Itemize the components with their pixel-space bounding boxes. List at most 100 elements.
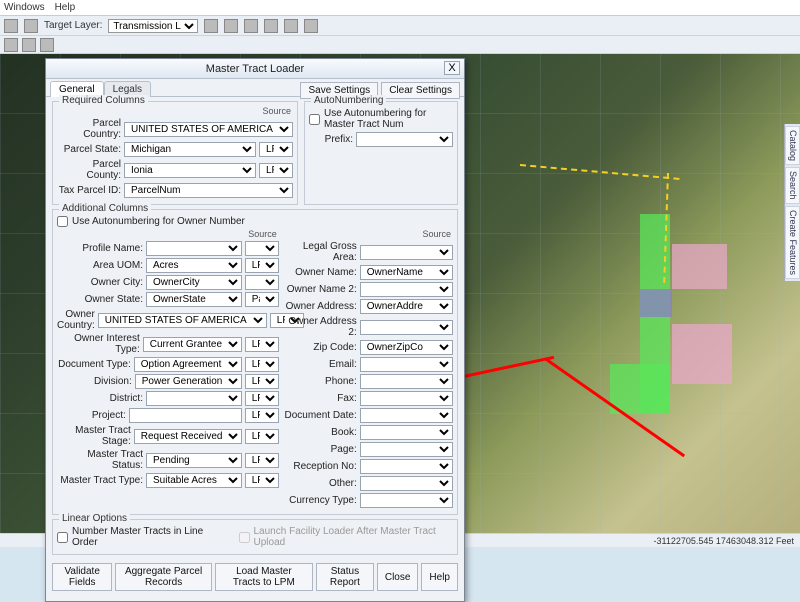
- src-select[interactable]: LPM: [245, 453, 279, 468]
- field-label: Owner Country:: [57, 309, 95, 331]
- lbl-prefix: Prefix:: [309, 134, 353, 145]
- field-select[interactable]: OwnerState: [146, 292, 242, 307]
- field-select[interactable]: [360, 493, 453, 508]
- field-select[interactable]: [360, 425, 453, 440]
- clear-settings-button[interactable]: Clear Settings: [381, 82, 460, 99]
- chk-auto-master-tract[interactable]: Use Autonumbering for Master Tract Num: [309, 108, 453, 130]
- src-select[interactable]: LPM: [259, 142, 293, 157]
- src-select[interactable]: LPM: [245, 429, 279, 444]
- validate-fields-button[interactable]: Validate Fields: [52, 563, 112, 591]
- side-tab-create-features[interactable]: Create Features: [785, 206, 800, 279]
- field-select[interactable]: [360, 442, 453, 457]
- field-label: Owner Name 2:: [283, 284, 357, 295]
- field-label: Master Tract Stage:: [57, 425, 131, 447]
- field-select[interactable]: [146, 391, 242, 406]
- field-select[interactable]: [360, 459, 453, 474]
- tool-icon[interactable]: [22, 38, 36, 52]
- field-select[interactable]: OwnerName: [360, 265, 453, 280]
- field-select[interactable]: Pending: [146, 453, 242, 468]
- prefix-select[interactable]: [356, 132, 453, 147]
- close-button[interactable]: Close: [377, 563, 419, 591]
- src-select[interactable]: LPM: [245, 391, 279, 406]
- src-select[interactable]: Parcel: [245, 292, 279, 307]
- src-select[interactable]: LPM: [259, 163, 293, 178]
- field-select[interactable]: [360, 391, 453, 406]
- src-select[interactable]: LPM: [245, 357, 279, 372]
- field-select[interactable]: Option Agreement: [134, 357, 242, 372]
- tool-icon[interactable]: [4, 19, 18, 33]
- target-layer-select[interactable]: Transmission Line: [108, 19, 198, 33]
- help-button[interactable]: Help: [421, 563, 458, 591]
- src-select[interactable]: LPM: [245, 408, 279, 423]
- source-header: Source: [283, 229, 453, 239]
- close-icon[interactable]: X: [444, 61, 460, 75]
- field-select[interactable]: OwnerAddre: [360, 299, 453, 314]
- source-header: Source: [57, 229, 279, 239]
- field-select[interactable]: [360, 357, 453, 372]
- field-label: Book:: [283, 427, 357, 438]
- tool-icon[interactable]: [264, 19, 278, 33]
- menu-help[interactable]: Help: [55, 2, 76, 13]
- tool-icon[interactable]: [284, 19, 298, 33]
- field-select[interactable]: [360, 282, 453, 297]
- field-select[interactable]: OwnerCity: [146, 275, 242, 290]
- field-select[interactable]: [360, 374, 453, 389]
- parcel-country-select[interactable]: UNITED STATES OF AMERICA: [124, 122, 293, 137]
- field-select[interactable]: Suitable Acres: [146, 473, 242, 488]
- src-select[interactable]: LPM: [245, 374, 279, 389]
- field-select[interactable]: Request Received: [134, 429, 242, 444]
- target-layer-label: Target Layer:: [44, 20, 102, 31]
- field-select[interactable]: Power Generation: [135, 374, 242, 389]
- field-label: Other:: [283, 478, 357, 489]
- field-label: Master Tract Type:: [57, 475, 143, 486]
- chk-number-line-order[interactable]: Number Master Tracts in Line Order: [57, 526, 219, 548]
- parcel-state-select[interactable]: Michigan: [124, 142, 256, 157]
- tool-icon[interactable]: [224, 19, 238, 33]
- src-select[interactable]: [245, 275, 279, 290]
- field-label: Owner Interest Type:: [57, 333, 140, 355]
- src-select[interactable]: [245, 241, 279, 256]
- field-select[interactable]: [360, 320, 453, 335]
- field-label: Owner City:: [57, 277, 143, 288]
- chk-auto-owner[interactable]: Use Autonumbering for Owner Number: [57, 216, 453, 227]
- group-linear-options: Linear Options: [59, 513, 130, 524]
- tax-parcel-id-select[interactable]: ParcelNum: [124, 183, 293, 198]
- src-select[interactable]: LPM: [245, 258, 279, 273]
- field-select[interactable]: Current Grantee: [143, 337, 242, 352]
- field-select[interactable]: Acres: [146, 258, 242, 273]
- right-fields: Legal Gross Area:Owner Name:OwnerNameOwn…: [283, 241, 453, 508]
- src-select[interactable]: LPM: [245, 473, 279, 488]
- load-master-tracts-button[interactable]: Load Master Tracts to LPM: [215, 563, 313, 591]
- field-label: Project:: [57, 410, 126, 421]
- menu-windows[interactable]: Windows: [4, 2, 45, 13]
- field-label: Document Date:: [283, 410, 357, 421]
- parcel-county-select[interactable]: Ionia: [124, 163, 256, 178]
- field-label: Email:: [283, 359, 357, 370]
- aggregate-parcel-button[interactable]: Aggregate Parcel Records: [115, 563, 211, 591]
- side-tab-catalog[interactable]: Catalog: [785, 126, 800, 165]
- tool-icon[interactable]: [304, 19, 318, 33]
- tool-icon[interactable]: [204, 19, 218, 33]
- src-select[interactable]: LPM: [245, 337, 279, 352]
- tool-icon[interactable]: [4, 38, 18, 52]
- field-select[interactable]: [360, 408, 453, 423]
- field-select[interactable]: OwnerZipCo: [360, 340, 453, 355]
- tool-icon[interactable]: [40, 38, 54, 52]
- lbl-parcel-county: Parcel County:: [57, 159, 121, 181]
- master-tract-loader-dialog: Master Tract Loader X Save Settings Clea…: [45, 58, 465, 602]
- status-report-button[interactable]: Status Report: [316, 563, 374, 591]
- field-select[interactable]: Foreigner/2011-011: [129, 408, 242, 423]
- side-tab-search[interactable]: Search: [785, 167, 800, 204]
- field-select[interactable]: [360, 476, 453, 491]
- lbl-tax-parcel-id: Tax Parcel ID:: [57, 185, 121, 196]
- dialog-titlebar[interactable]: Master Tract Loader X: [46, 59, 464, 79]
- field-select[interactable]: [146, 241, 242, 256]
- field-select[interactable]: UNITED STATES OF AMERICA: [98, 313, 267, 328]
- field-label: Area UOM:: [57, 260, 143, 271]
- dialog-button-row: Validate Fields Aggregate Parcel Records…: [52, 559, 458, 595]
- tool-icon[interactable]: [24, 19, 38, 33]
- group-additional-columns: Additional Columns: [59, 203, 151, 214]
- field-label: Zip Code:: [283, 342, 357, 353]
- tool-icon[interactable]: [244, 19, 258, 33]
- field-select[interactable]: [360, 245, 453, 260]
